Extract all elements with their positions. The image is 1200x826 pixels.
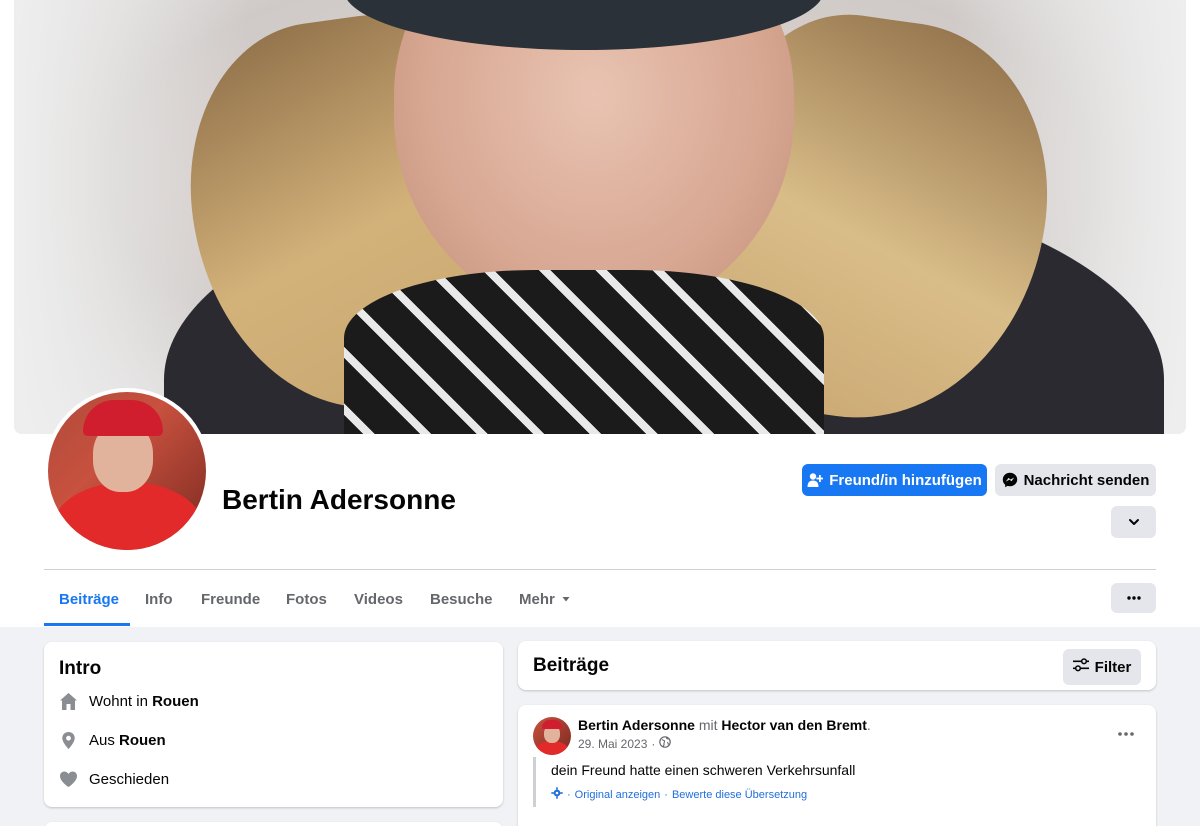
post-card: Bertin Adersonne mit Hector van den Brem… [518, 705, 1156, 826]
send-message-button[interactable]: Nachricht senden [995, 464, 1156, 496]
next-left-card [44, 822, 503, 826]
profile-header: Bertin Adersonne Freund/in hinzufügen Na… [0, 0, 1200, 627]
caret-down-icon [561, 591, 571, 608]
profile-name: Bertin Adersonne [222, 484, 456, 515]
filter-sliders-icon [1072, 658, 1089, 676]
home-icon [59, 692, 78, 711]
tab-checkins[interactable]: Besuche [430, 591, 493, 608]
lives-in-city[interactable]: Rouen [152, 693, 199, 710]
cover-photo[interactable] [14, 0, 1186, 434]
profile-more-dropdown-button[interactable] [1111, 506, 1156, 538]
post-text: dein Freund hatte einen schweren Verkehr… [551, 762, 856, 778]
tab-friends[interactable]: Freunde [201, 591, 260, 608]
intro-lives-in: Wohnt in Rouen [59, 692, 199, 711]
more-dots-icon [1118, 723, 1134, 740]
post-date[interactable]: 29. Mai 2023 [578, 737, 647, 751]
tab-more-label: Mehr [519, 591, 555, 608]
intro-from: Aus Rouen [59, 731, 166, 750]
post-with-word: mit [698, 717, 718, 733]
tabs-more-options-button[interactable] [1111, 583, 1156, 613]
chevron-down-icon [1128, 516, 1140, 528]
post-tagged-name[interactable]: Hector van den Bremt [721, 717, 866, 733]
messenger-icon [1002, 472, 1018, 488]
active-tab-indicator [44, 623, 130, 626]
post-author-avatar[interactable] [533, 717, 571, 755]
show-original-link[interactable]: Original anzeigen [575, 789, 661, 801]
posts-header-card: Beiträge Filter [518, 641, 1156, 690]
intro-title: Intro [59, 658, 102, 679]
tab-videos[interactable]: Videos [354, 591, 403, 608]
filter-button[interactable]: Filter [1063, 649, 1141, 685]
from-city[interactable]: Rouen [119, 732, 166, 749]
tab-more[interactable]: Mehr [519, 591, 571, 608]
header-divider [44, 569, 1156, 570]
rate-translation-link[interactable]: Bewerte diese Übersetzung [672, 789, 807, 801]
profile-picture[interactable] [48, 392, 206, 550]
post-header: Bertin Adersonne mit Hector van den Brem… [578, 717, 871, 733]
heart-icon [59, 770, 78, 789]
post-author-name[interactable]: Bertin Adersonne [578, 717, 695, 733]
location-pin-icon [59, 731, 78, 750]
tab-photos[interactable]: Fotos [286, 591, 327, 608]
intro-relationship: Geschieden [59, 770, 169, 789]
post-quote-bar [533, 757, 536, 807]
tab-info[interactable]: Info [145, 591, 173, 608]
tab-posts[interactable]: Beiträge [59, 591, 119, 608]
posts-title: Beiträge [533, 655, 610, 676]
add-friend-label: Freund/in hinzufügen [829, 471, 982, 489]
add-friend-icon [807, 472, 824, 488]
send-message-label: Nachricht senden [1023, 471, 1150, 489]
globe-icon [659, 736, 672, 751]
translate-gear-icon [551, 787, 563, 802]
add-friend-button[interactable]: Freund/in hinzufügen [802, 464, 987, 496]
post-options-button[interactable] [1118, 723, 1134, 741]
filter-label: Filter [1094, 658, 1132, 676]
relationship-status: Geschieden [89, 771, 170, 788]
from-prefix: Aus [89, 732, 120, 749]
translation-bar: · Original anzeigen · Bewerte diese Über… [551, 787, 807, 802]
post-meta: 29. Mai 2023 · [578, 736, 672, 751]
lives-in-prefix: Wohnt in [89, 693, 153, 710]
more-dots-icon [1126, 596, 1141, 600]
intro-card: Intro Wohnt in Rouen Aus Rouen Geschiede… [44, 642, 503, 807]
